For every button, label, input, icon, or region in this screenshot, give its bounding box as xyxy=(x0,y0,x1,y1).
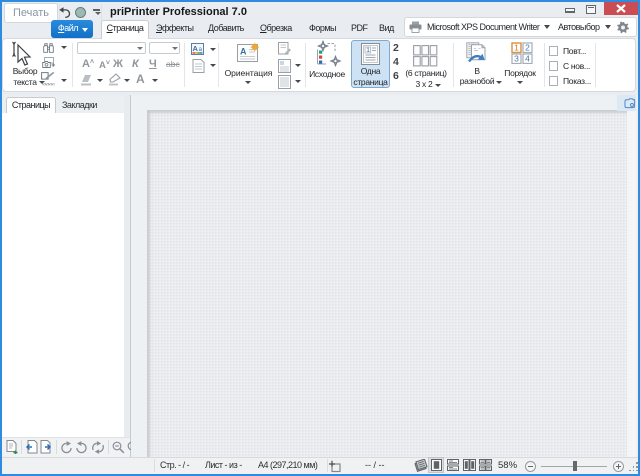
svg-text:2: 2 xyxy=(525,43,530,53)
svg-text:4: 4 xyxy=(525,54,530,64)
svg-text:А: А xyxy=(192,44,198,53)
svg-text:A: A xyxy=(240,47,247,57)
svg-text:1: 1 xyxy=(514,43,519,53)
svg-text:1: 1 xyxy=(366,47,370,54)
svg-text:3: 3 xyxy=(514,54,519,64)
